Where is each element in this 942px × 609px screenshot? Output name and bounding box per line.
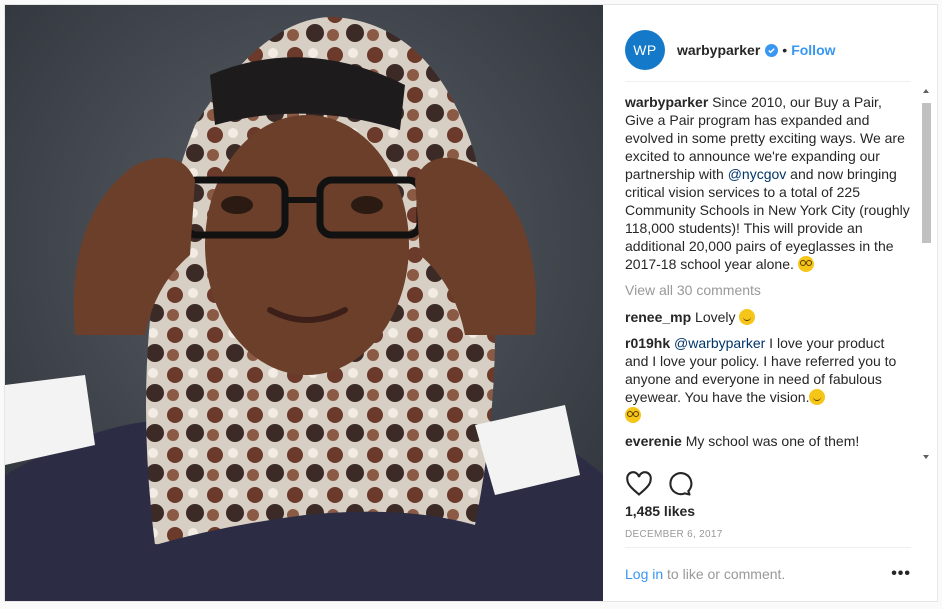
comment-item: r019hk @warbyparker I love your product …	[625, 334, 911, 424]
login-prompt: Log in to like or comment.	[625, 566, 785, 582]
scroll-down-arrow-icon[interactable]	[923, 455, 929, 459]
likes-count[interactable]: 1,485 likes	[625, 503, 695, 519]
comment-mention[interactable]: @warbyparker	[674, 335, 765, 351]
comment-text: Lovely	[691, 309, 740, 325]
scroll-up-arrow-icon[interactable]	[923, 89, 929, 93]
post-header: WP warbyparker • Follow	[625, 19, 911, 82]
heart-icon[interactable]	[625, 470, 653, 498]
caption-username[interactable]: warbyparker	[625, 94, 708, 110]
nerd-face-emoji-icon	[625, 407, 641, 423]
comment-item: everenie My school was one of them!	[625, 432, 911, 450]
post-caption: warbyparker Since 2010, our Buy a Pair, …	[625, 93, 911, 273]
post-photo[interactable]	[5, 5, 603, 601]
caption-mention[interactable]: @nycgov	[728, 166, 787, 182]
post-date[interactable]: DECEMBER 6, 2017	[625, 529, 723, 540]
post-sidebar: WP warbyparker • Follow warbyparker Sinc…	[603, 5, 937, 601]
winking-face-emoji-icon	[809, 389, 826, 405]
comment-icon[interactable]	[665, 470, 693, 498]
comments-scrollbar[interactable]	[921, 89, 932, 459]
view-all-comments-link[interactable]: View all 30 comments	[625, 281, 911, 299]
post-footer: Log in to like or comment. •••	[625, 547, 911, 600]
comment-item: renee_mp Lovely	[625, 308, 911, 326]
comment-username[interactable]: everenie	[625, 433, 682, 449]
photo-illustration	[5, 5, 603, 601]
comment-username[interactable]: renee_mp	[625, 309, 691, 325]
nerd-face-emoji-icon	[797, 256, 814, 272]
comment-text: My school was one of them!	[681, 433, 860, 449]
instagram-post: WP warbyparker • Follow warbyparker Sinc…	[4, 4, 938, 602]
avatar-initials: WP	[633, 42, 657, 58]
post-actions	[625, 469, 911, 499]
follow-button[interactable]: Follow	[791, 42, 835, 58]
username-link[interactable]: warbyparker	[677, 42, 760, 58]
comment-username[interactable]: r019hk	[625, 335, 670, 351]
login-prompt-text: to like or comment.	[663, 566, 786, 582]
separator-dot: •	[782, 42, 788, 58]
avatar[interactable]: WP	[625, 30, 665, 70]
login-link[interactable]: Log in	[625, 566, 663, 582]
verified-badge-icon	[765, 43, 779, 57]
scrollbar-thumb[interactable]	[922, 103, 931, 243]
more-options-icon[interactable]: •••	[891, 565, 911, 583]
comments-list[interactable]: warbyparker Since 2010, our Buy a Pair, …	[625, 93, 911, 459]
smiling-face-emoji-icon	[739, 309, 756, 325]
